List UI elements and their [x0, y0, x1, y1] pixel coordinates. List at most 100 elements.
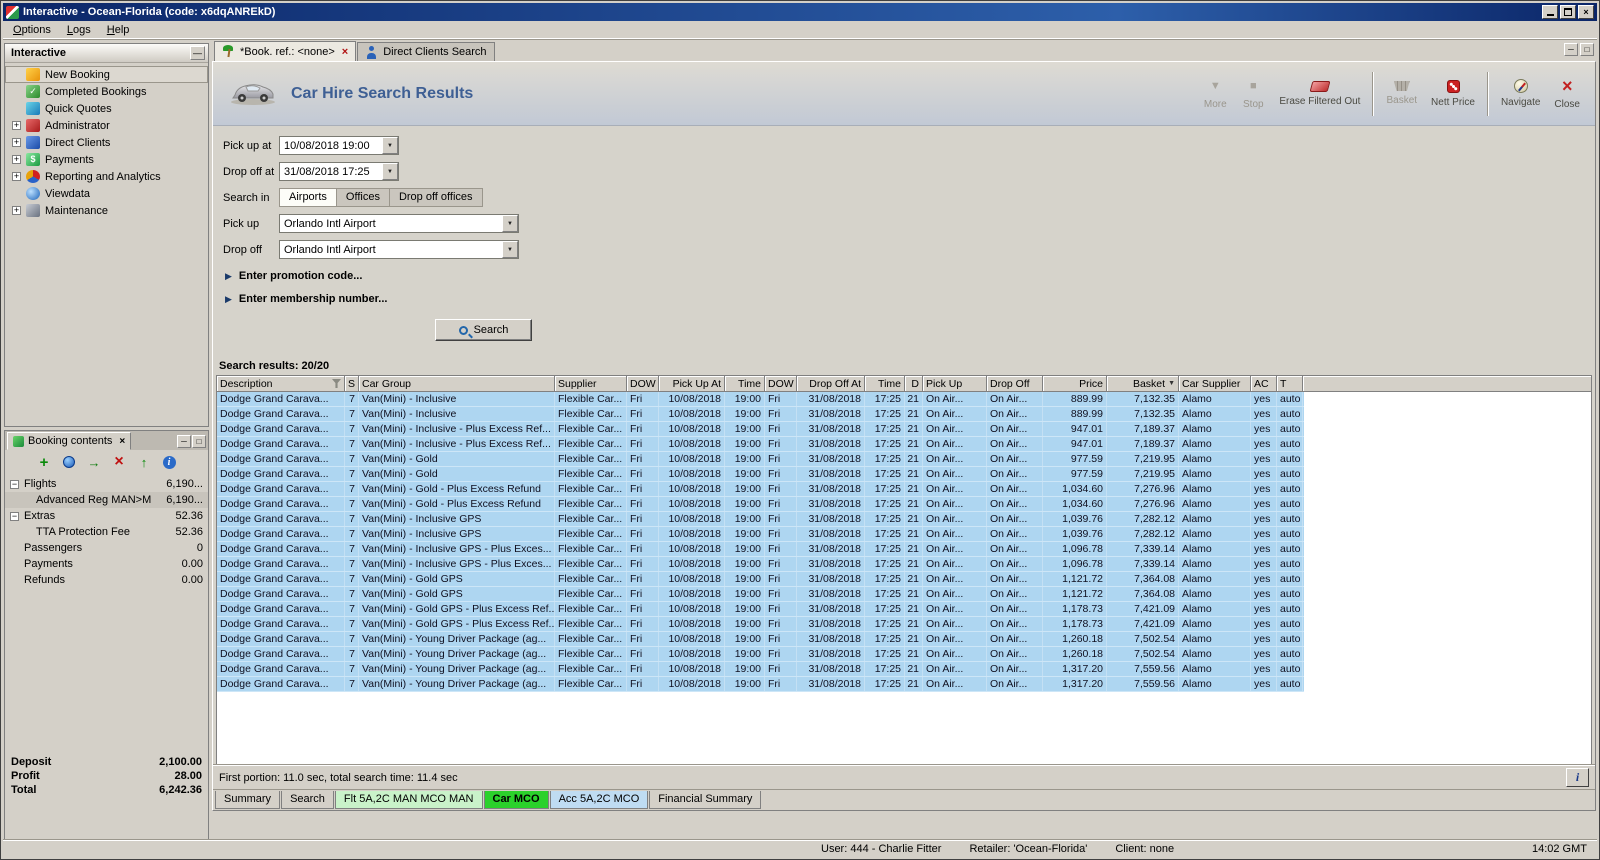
booking-row-extras[interactable]: − Extras 52.36: [5, 508, 208, 524]
expand-plus-icon[interactable]: +: [12, 206, 21, 215]
booking-panel-minimize-button[interactable]: ─: [177, 435, 191, 448]
booking-panel-restore-button[interactable]: □: [192, 435, 206, 448]
bottom-tab-car-mco[interactable]: Car MCO: [483, 791, 549, 809]
column-header-16-ac[interactable]: AC: [1251, 376, 1277, 392]
dropdown-arrow-icon[interactable]: ▼: [382, 137, 398, 154]
column-header-0-description[interactable]: Description: [217, 376, 345, 392]
booking-row-payments[interactable]: Payments 0.00: [5, 556, 208, 572]
table-row[interactable]: Dodge Grand Carava... 7 Van(Mini) - Gold Fl…: [217, 452, 1304, 467]
booking-row-flights[interactable]: − Flights 6,190...: [5, 476, 208, 492]
table-row[interactable]: Dodge Grand Carava... 7 Van(Mini) - Inclus…: [217, 422, 1304, 437]
table-row[interactable]: Dodge Grand Carava... 7 Van(Mini) - Young …: [217, 647, 1304, 662]
mdi-minimize-button[interactable]: ─: [1564, 43, 1578, 56]
export-button[interactable]: [84, 452, 105, 472]
bottom-tab-financial-summary[interactable]: Financial Summary: [649, 791, 762, 809]
table-row[interactable]: Dodge Grand Carava... 7 Van(Mini) - Young …: [217, 677, 1304, 692]
column-header-5-pick-up-at[interactable]: Pick Up At: [659, 376, 725, 392]
column-header-13-price[interactable]: Price: [1043, 376, 1107, 392]
navigate-button[interactable]: Navigate: [1494, 67, 1547, 121]
booking-row-refunds[interactable]: Refunds 0.00: [5, 572, 208, 588]
delete-button[interactable]: [109, 452, 130, 472]
sidebar-item-new-booking[interactable]: New Booking: [5, 66, 208, 83]
expand-plus-icon[interactable]: +: [12, 172, 21, 181]
info-button[interactable]: i: [1566, 768, 1589, 787]
membership-number-toggle[interactable]: ▶ Enter membership number...: [225, 293, 1595, 305]
menu-help[interactable]: Help: [99, 22, 138, 38]
column-header-2-car-group[interactable]: Car Group: [359, 376, 555, 392]
dropoff-at-select[interactable]: 31/08/2018 17:25 ▼: [279, 162, 399, 181]
maximize-button[interactable]: [1560, 5, 1576, 19]
minimize-button[interactable]: [1542, 5, 1558, 19]
column-header-14-basket[interactable]: Basket ▼: [1107, 376, 1179, 392]
column-header-1-s[interactable]: S: [345, 376, 359, 392]
table-row[interactable]: Dodge Grand Carava... 7 Van(Mini) - Gold Fl…: [217, 467, 1304, 482]
booking-contents-tab[interactable]: Booking contents ×: [7, 432, 132, 450]
table-row[interactable]: Dodge Grand Carava... 7 Van(Mini) - Inclus…: [217, 407, 1304, 422]
menu-logs[interactable]: Logs: [59, 22, 99, 38]
table-row[interactable]: Dodge Grand Carava... 7 Van(Mini) - Gold G…: [217, 572, 1304, 587]
column-header-4-dow[interactable]: DOW: [627, 376, 659, 392]
globe-button[interactable]: [59, 452, 80, 472]
booking-contents-close-icon[interactable]: ×: [119, 436, 125, 447]
column-header-8-drop-off-at[interactable]: Drop Off At: [797, 376, 865, 392]
promotion-code-toggle[interactable]: ▶ Enter promotion code...: [225, 270, 1595, 282]
bottom-tab-acc-5a-2c-mco[interactable]: Acc 5A,2C MCO: [549, 791, 649, 809]
column-header-11-pick-up[interactable]: Pick Up: [923, 376, 987, 392]
table-row[interactable]: Dodge Grand Carava... 7 Van(Mini) - Gold G…: [217, 617, 1304, 632]
expand-plus-icon[interactable]: +: [12, 138, 21, 147]
sidebar-item-direct-clients[interactable]: + Direct Clients: [5, 134, 208, 151]
filter-icon[interactable]: [332, 379, 341, 388]
close-button[interactable]: Close: [1547, 67, 1587, 121]
table-row[interactable]: Dodge Grand Carava... 7 Van(Mini) - Inclus…: [217, 392, 1304, 407]
bottom-tab-flt-5a-2c-man-mco-man[interactable]: Flt 5A,2C MAN MCO MAN: [334, 791, 483, 809]
booking-row-advanced-reg-man-m[interactable]: Advanced Reg MAN>M 6,190...: [5, 492, 208, 508]
table-row[interactable]: Dodge Grand Carava... 7 Van(Mini) - Inclus…: [217, 527, 1304, 542]
table-row[interactable]: Dodge Grand Carava... 7 Van(Mini) - Inclus…: [217, 542, 1304, 557]
add-button[interactable]: [34, 452, 55, 472]
sidebar-item-viewdata[interactable]: Viewdata: [5, 185, 208, 202]
dropdown-arrow-icon[interactable]: ▼: [382, 163, 398, 180]
booking-row-tta-protection-fee[interactable]: TTA Protection Fee 52.36: [5, 524, 208, 540]
expand-plus-icon[interactable]: +: [12, 155, 21, 164]
nett-price-button[interactable]: Nett Price: [1424, 67, 1482, 121]
sidebar-item-completed-bookings[interactable]: Completed Bookings: [5, 83, 208, 100]
table-row[interactable]: Dodge Grand Carava... 7 Van(Mini) - Inclus…: [217, 512, 1304, 527]
sidebar-collapse-button[interactable]: —: [190, 46, 205, 60]
column-header-3-supplier[interactable]: Supplier: [555, 376, 627, 392]
sidebar-item-reporting-and-analytics[interactable]: + Reporting and Analytics: [5, 168, 208, 185]
collapse-minus-icon[interactable]: −: [10, 511, 19, 521]
column-header-6-time[interactable]: Time: [725, 376, 765, 392]
column-header-17-t[interactable]: T: [1277, 376, 1303, 392]
column-header-12-drop-off[interactable]: Drop Off: [987, 376, 1043, 392]
close-button[interactable]: ×: [1578, 5, 1594, 19]
collapse-minus-icon[interactable]: −: [10, 479, 19, 489]
erase-filtered-out-button[interactable]: Erase Filtered Out: [1272, 67, 1367, 121]
bottom-tab-search[interactable]: Search: [281, 791, 334, 809]
column-header-15-car-supplier[interactable]: Car Supplier: [1179, 376, 1251, 392]
column-header-7-dow[interactable]: DOW: [765, 376, 797, 392]
info-button[interactable]: [159, 452, 180, 472]
search-in-tab-offices[interactable]: Offices: [336, 188, 390, 207]
column-header-9-time[interactable]: Time: [865, 376, 905, 392]
doc-tab-book-ref-none[interactable]: *Book. ref.: <none> ×: [214, 41, 357, 61]
table-row[interactable]: Dodge Grand Carava... 7 Van(Mini) - Young …: [217, 662, 1304, 677]
tab-close-icon[interactable]: ×: [342, 46, 348, 58]
expand-plus-icon[interactable]: +: [12, 121, 21, 130]
search-button[interactable]: Search: [435, 319, 532, 341]
table-row[interactable]: Dodge Grand Carava... 7 Van(Mini) - Gold -…: [217, 497, 1304, 512]
search-in-tab-airports[interactable]: Airports: [279, 188, 337, 207]
search-in-tab-drop-off-offices[interactable]: Drop off offices: [389, 188, 483, 207]
table-row[interactable]: Dodge Grand Carava... 7 Van(Mini) - Young …: [217, 632, 1304, 647]
sidebar-item-maintenance[interactable]: + Maintenance: [5, 202, 208, 219]
booking-row-passengers[interactable]: Passengers 0: [5, 540, 208, 556]
menu-options[interactable]: Options: [5, 22, 59, 38]
mdi-restore-button[interactable]: □: [1580, 43, 1594, 56]
table-row[interactable]: Dodge Grand Carava... 7 Van(Mini) - Inclus…: [217, 557, 1304, 572]
pickup-select[interactable]: Orlando Intl Airport ▼: [279, 214, 519, 233]
table-row[interactable]: Dodge Grand Carava... 7 Van(Mini) - Gold G…: [217, 602, 1304, 617]
upload-button[interactable]: [134, 452, 155, 472]
dropoff-select[interactable]: Orlando Intl Airport ▼: [279, 240, 519, 259]
sidebar-item-quick-quotes[interactable]: Quick Quotes: [5, 100, 208, 117]
doc-tab-direct-clients-search[interactable]: Direct Clients Search: [357, 42, 495, 61]
table-row[interactable]: Dodge Grand Carava... 7 Van(Mini) - Gold G…: [217, 587, 1304, 602]
